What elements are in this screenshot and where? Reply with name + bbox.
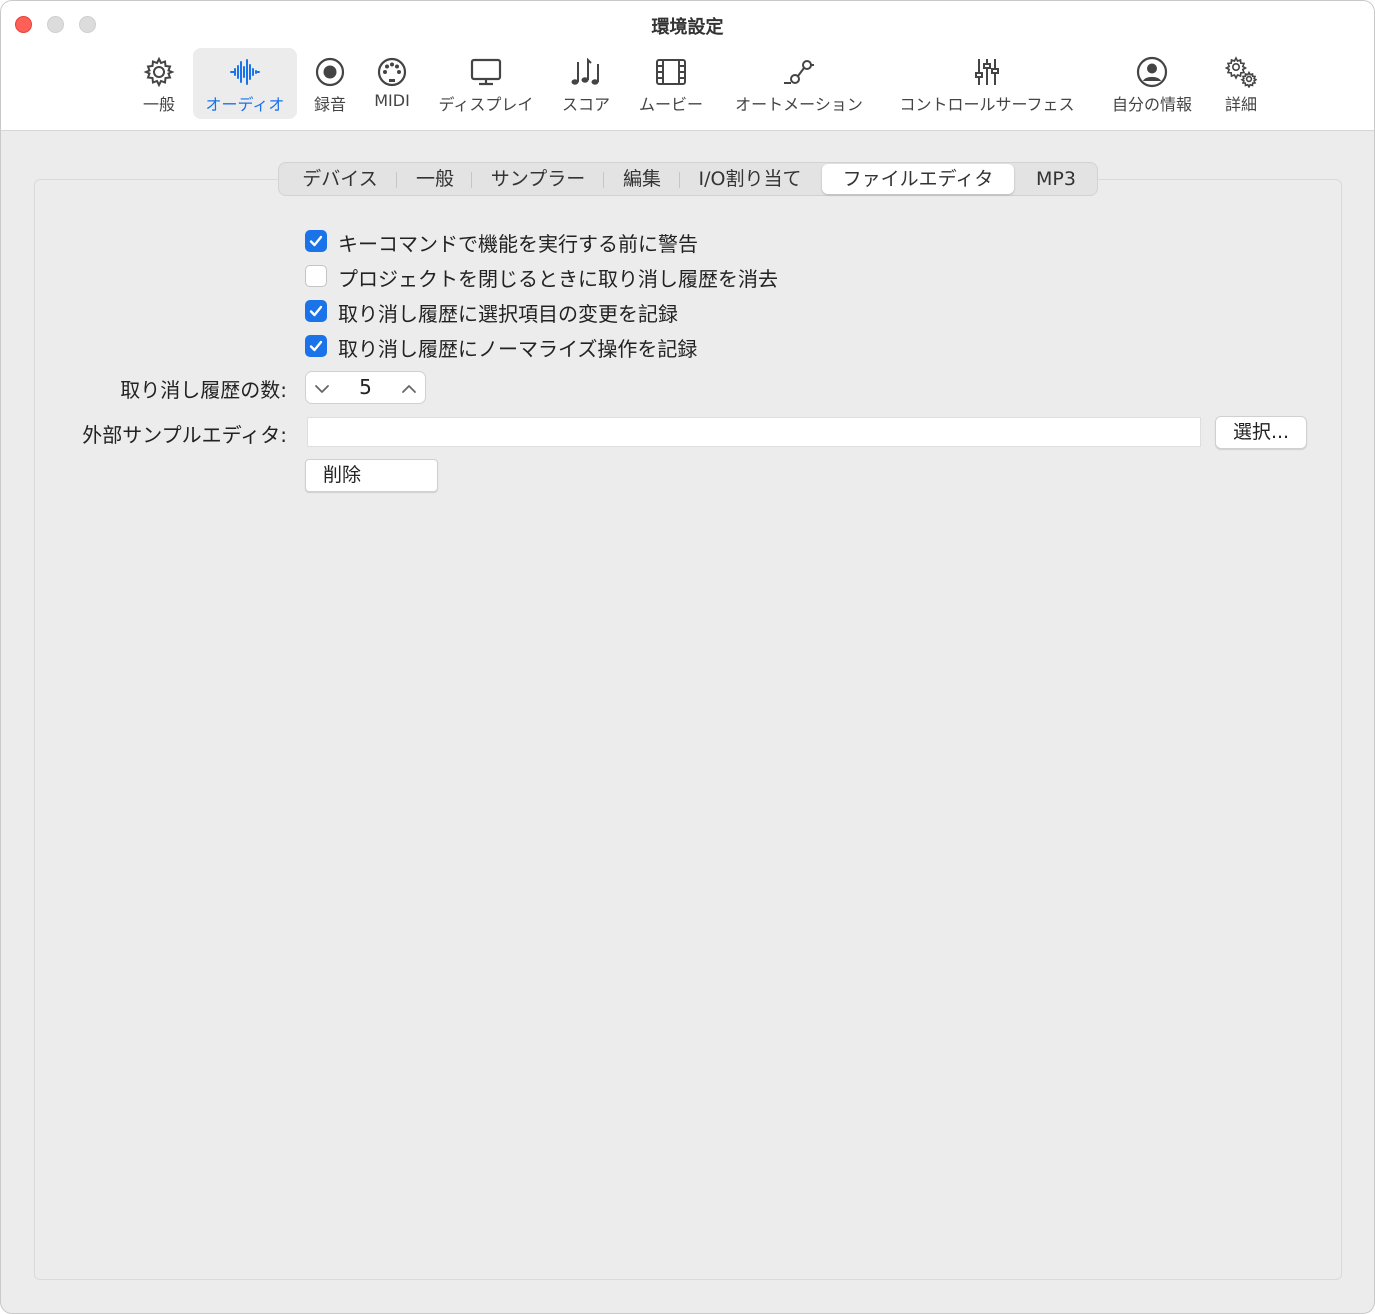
music-notes-icon: [571, 57, 599, 85]
toolbar-item-score[interactable]: スコア: [552, 48, 620, 119]
tab-sampler[interactable]: サンプラー: [476, 164, 600, 194]
checkbox-label: プロジェクトを閉じるときに取り消し履歴を消去: [338, 267, 778, 291]
toolbar-item-label: 自分の情報: [1111, 95, 1192, 114]
checkmark-icon: [309, 340, 323, 352]
checkbox-label: 取り消し履歴にノーマライズ操作を記録: [338, 337, 698, 361]
checkbox-unchecked[interactable]: [305, 265, 327, 287]
choose-editor-button[interactable]: 選択...: [1215, 416, 1307, 449]
toolbar-item-advanced[interactable]: 詳細: [1209, 48, 1273, 119]
toolbar-item-my-info[interactable]: 自分の情報: [1101, 48, 1203, 119]
toolbar-item-label: オーディオ: [205, 95, 285, 114]
toolbar-item-automation[interactable]: オートメーション: [723, 48, 875, 119]
checkbox-checked[interactable]: [305, 230, 327, 252]
checkbox-label: キーコマンドで機能を実行する前に警告: [338, 232, 698, 256]
undo-steps-label: 取り消し履歴の数:: [120, 378, 287, 402]
gears-icon: [1225, 56, 1257, 88]
user-circle-icon: [1136, 56, 1168, 88]
toolbar: 環境設定 一般 オーディオ 録音 MIDI ディスプレイ スコア ムービー オー…: [1, 1, 1374, 131]
toolbar-item-movie[interactable]: ムービー: [629, 48, 713, 119]
checkbox-checked[interactable]: [305, 300, 327, 322]
checkmark-icon: [309, 235, 323, 247]
checkbox-checked[interactable]: [305, 335, 327, 357]
toolbar-item-label: コントロールサーフェス: [899, 95, 1075, 114]
toolbar-item-label: MIDI: [374, 91, 410, 110]
automation-curve-icon: [784, 60, 814, 84]
external-editor-label: 外部サンプルエディタ:: [82, 423, 287, 447]
toolbar-item-label: 詳細: [1224, 95, 1257, 114]
film-icon: [656, 59, 686, 85]
tab-mp3[interactable]: MP3: [1019, 164, 1093, 194]
tab-general[interactable]: 一般: [400, 164, 470, 194]
gear-icon: [143, 56, 175, 88]
toolbar-item-audio[interactable]: オーディオ: [193, 48, 297, 119]
window-title: 環境設定: [651, 17, 724, 38]
toolbar-item-label: オートメーション: [735, 95, 863, 114]
midi-port-icon: [377, 57, 407, 87]
record-icon: [315, 57, 345, 87]
tab-file-editor[interactable]: ファイルエディタ: [822, 164, 1014, 194]
toolbar-item-label: 一般: [142, 95, 175, 114]
toolbar-item-label: ディスプレイ: [438, 95, 534, 114]
toolbar-item-midi[interactable]: MIDI: [363, 48, 421, 119]
toolbar-item-display[interactable]: ディスプレイ: [425, 48, 547, 119]
delete-editor-button[interactable]: 削除: [305, 459, 438, 492]
chevron-up-icon[interactable]: [401, 382, 417, 396]
display-icon: [470, 58, 502, 86]
tab-divider: [471, 172, 472, 188]
waveform-icon: [230, 59, 260, 85]
toolbar-item-label: 録音: [313, 95, 346, 114]
tab-devices[interactable]: デバイス: [287, 164, 393, 194]
toolbar-item-label: スコア: [561, 95, 610, 114]
toolbar-item-general[interactable]: 一般: [119, 48, 199, 119]
tab-divider: [396, 172, 397, 188]
toolbar-item-recording[interactable]: 録音: [299, 48, 361, 119]
tab-divider: [679, 172, 680, 188]
toolbar-item-control-surfaces[interactable]: コントロールサーフェス: [885, 48, 1089, 119]
checkbox-label: 取り消し履歴に選択項目の変更を記録: [338, 302, 678, 326]
external-editor-path-field[interactable]: [307, 417, 1201, 447]
preferences-window: 環境設定 一般 オーディオ 録音 MIDI ディスプレイ スコア ムービー オー…: [0, 0, 1375, 1314]
toolbar-item-label: ムービー: [638, 95, 703, 114]
tab-io-assignments[interactable]: I/O割り当て: [684, 164, 816, 194]
tab-edit[interactable]: 編集: [609, 164, 675, 194]
faders-icon: [975, 59, 999, 85]
tab-bar: デバイス 一般 サンプラー 編集 I/O割り当て ファイルエディタ MP3: [278, 162, 1098, 196]
undo-steps-stepper[interactable]: 5: [305, 371, 426, 404]
checkmark-icon: [309, 305, 323, 317]
tab-divider: [603, 172, 604, 188]
